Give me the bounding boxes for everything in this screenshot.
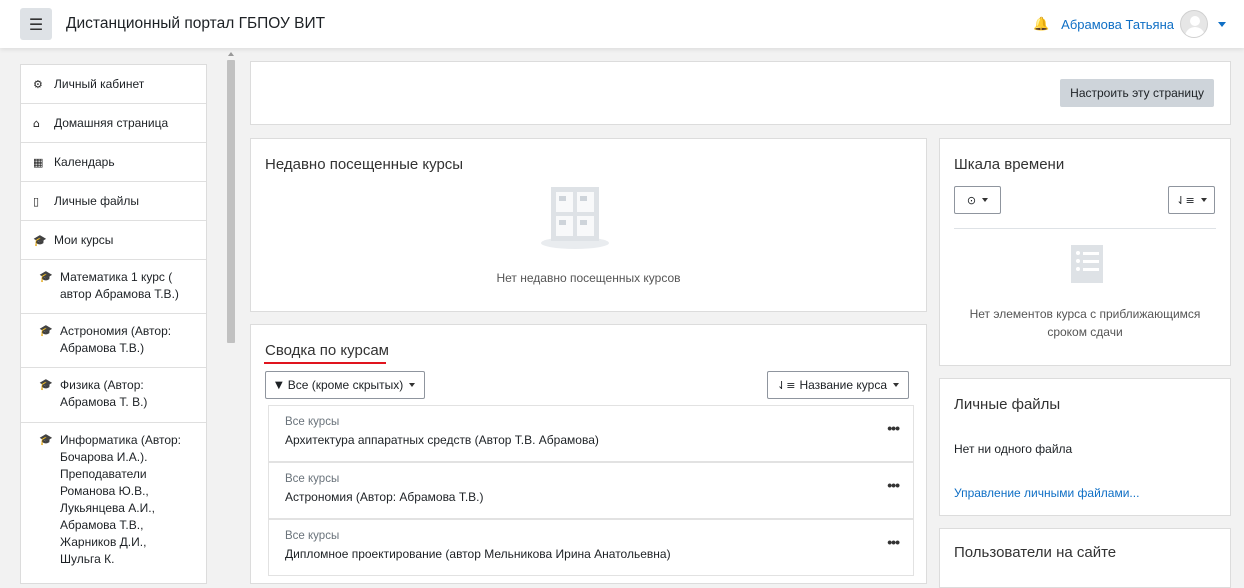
avatar[interactable] <box>1180 10 1208 38</box>
timeline-empty-icon <box>1071 245 1103 283</box>
course-name[interactable]: Дипломное проектирование (автор Мельнико… <box>285 547 671 561</box>
graduation-cap-icon: 🎓 <box>39 324 53 337</box>
sidebar-item-label: Личный кабинет <box>54 77 145 91</box>
chevron-down-icon <box>893 383 899 387</box>
page-header-card: Настроить эту страницу <box>250 61 1231 125</box>
block-title: Пользователи на сайте <box>954 544 1117 561</box>
annotation-underline <box>264 362 386 364</box>
block-title: Недавно посещенные курсы <box>265 156 464 173</box>
empty-message: Нет элементов курса с приближающимся сро… <box>969 307 1201 339</box>
sidebar-scrollbar[interactable] <box>226 48 236 574</box>
scroll-thumb[interactable] <box>227 60 235 343</box>
recent-courses-block: Недавно посещенные курсы Нет недавно пос… <box>250 138 927 312</box>
nav-drawer: ⚙ Личный кабинет ⌂ Домашняя страница ▦ К… <box>20 64 207 584</box>
clock-icon: ⊙ <box>966 193 977 207</box>
sidebar-course-label: Информатика (Автор: Бочарова И.А.). Преп… <box>60 433 182 566</box>
sidebar-item-label: Мои курсы <box>54 233 114 247</box>
filter-dropdown[interactable]: ▼ Все (кроме скрытых) <box>265 371 426 399</box>
course-row[interactable]: Все курсы Дипломное проектирование (авто… <box>268 519 914 576</box>
timeline-block: Шкала времени ⊙ ⇃≡ Нет элементов курса с… <box>939 138 1231 366</box>
sidebar-item-home[interactable]: ⌂ Домашняя страница <box>21 104 206 143</box>
courses-empty-icon <box>541 187 609 249</box>
block-title: Шкала времени <box>954 156 1065 173</box>
sort-label: Название курса <box>799 378 887 392</box>
more-actions-icon[interactable]: ••• <box>887 420 900 436</box>
bell-icon[interactable]: 🔔 <box>1033 17 1049 32</box>
sort-dropdown[interactable]: ⇃≡ Название курса <box>767 371 909 399</box>
sidebar-course-physics[interactable]: 🎓 Физика (Автор: Абрамова Т. В.) <box>21 368 206 423</box>
course-name[interactable]: Астрономия (Автор: Абрамова Т.В.) <box>285 490 484 504</box>
chevron-down-icon <box>982 198 989 202</box>
top-navbar: ☰ Дистанционный портал ГБПОУ ВИТ 🔔 Абрам… <box>0 0 1244 48</box>
sort-icon: ⇃≡ <box>1176 193 1195 207</box>
sidebar-item-my-courses[interactable]: 🎓 Мои курсы <box>21 221 206 260</box>
graduation-cap-icon: 🎓 <box>39 433 53 446</box>
sidebar-item-label: Личные файлы <box>54 194 139 208</box>
sidebar-item-dashboard[interactable]: ⚙ Личный кабинет <box>21 65 206 104</box>
empty-message: Нет ни одного файла <box>954 442 1073 456</box>
course-name[interactable]: Архитектура аппаратных средств (Автор Т.… <box>285 433 599 447</box>
chevron-down-icon <box>409 383 416 387</box>
dashboard-icon: ⚙ <box>33 77 43 91</box>
sidebar-course-astronomy[interactable]: 🎓 Астрономия (Автор: Абрамова Т.В.) <box>21 314 206 368</box>
user-menu-name[interactable]: Абрамова Татьяна <box>1061 17 1174 32</box>
block-title: Сводка по курсам <box>265 342 389 359</box>
customize-page-button[interactable]: Настроить эту страницу <box>1060 79 1214 107</box>
block-title: Личные файлы <box>954 396 1061 413</box>
timeline-sort-dropdown[interactable]: ⇃≡ <box>1168 186 1215 214</box>
user-area: 🔔 Абрамова Татьяна <box>1033 10 1226 38</box>
more-actions-icon[interactable]: ••• <box>887 477 900 493</box>
manage-files-link[interactable]: Управление личными файлами... <box>954 486 1139 500</box>
filter-icon: ▼ <box>275 379 283 391</box>
sidebar-course-label: Физика (Автор: Абрамова Т. В.) <box>60 378 148 409</box>
home-icon: ⌂ <box>33 116 40 130</box>
hamburger-icon[interactable]: ☰ <box>20 8 52 40</box>
course-category: Все курсы <box>285 473 340 485</box>
course-row[interactable]: Все курсы Архитектура аппаратных средств… <box>268 405 914 462</box>
sidebar-course-label: Астрономия (Автор: Абрамова Т.В.) <box>60 324 172 355</box>
course-category: Все курсы <box>285 416 340 428</box>
chevron-down-icon <box>1200 198 1207 202</box>
graduation-cap-icon: 🎓 <box>39 378 53 391</box>
sidebar-course-math[interactable]: 🎓 Математика 1 курс ( автор Абрамова Т.В… <box>21 260 206 314</box>
private-files-block: Личные файлы Нет ни одного файла Управле… <box>939 378 1231 516</box>
sidebar-item-label: Домашняя страница <box>54 116 169 130</box>
course-overview-block: Сводка по курсам ▼ Все (кроме скрытых) ⇃… <box>250 324 927 584</box>
sidebar-item-calendar[interactable]: ▦ Календарь <box>21 143 206 182</box>
graduation-cap-icon: 🎓 <box>39 270 53 283</box>
file-icon: ▯ <box>33 194 40 208</box>
site-title[interactable]: Дистанционный портал ГБПОУ ВИТ <box>66 15 325 33</box>
empty-message: Нет недавно посещенных курсов <box>496 271 681 285</box>
chevron-down-icon[interactable] <box>1218 21 1226 27</box>
scroll-up-arrow-icon[interactable] <box>228 52 234 56</box>
more-actions-icon[interactable]: ••• <box>887 534 900 550</box>
sidebar-course-label: Математика 1 курс ( автор Абрамова Т.В.) <box>60 270 179 301</box>
sidebar-item-private-files[interactable]: ▯ Личные файлы <box>21 182 206 221</box>
calendar-icon: ▦ <box>33 155 44 169</box>
course-category: Все курсы <box>285 530 340 542</box>
sidebar-course-informatics[interactable]: 🎓 Информатика (Автор: Бочарова И.А.). Пр… <box>21 423 206 583</box>
divider <box>954 228 1216 229</box>
timeline-filter-dropdown[interactable]: ⊙ <box>954 186 1001 214</box>
filter-label: Все (кроме скрытых) <box>287 378 404 392</box>
sidebar-item-label: Календарь <box>54 155 115 169</box>
course-row[interactable]: Все курсы Астрономия (Автор: Абрамова Т.… <box>268 462 914 519</box>
sort-icon: ⇃≡ <box>777 378 796 392</box>
online-users-block: Пользователи на сайте <box>939 528 1231 588</box>
graduation-cap-icon: 🎓 <box>33 233 47 247</box>
